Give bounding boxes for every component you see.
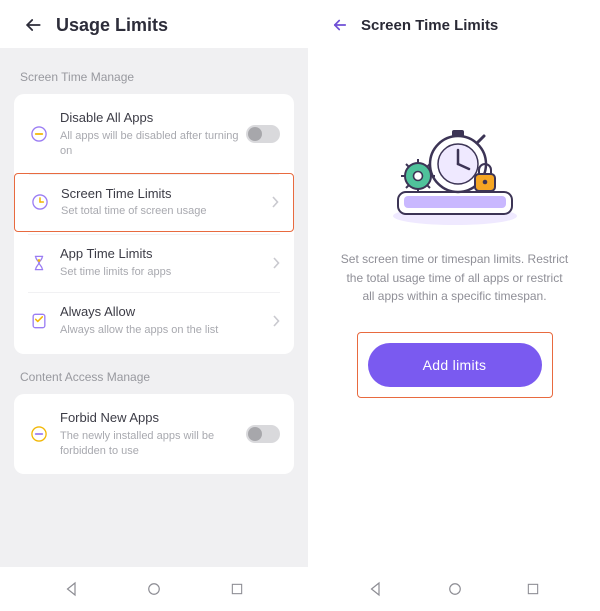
forbid-icon (28, 423, 50, 445)
header: Usage Limits (0, 0, 308, 48)
clock-icon (29, 191, 51, 213)
page-title: Usage Limits (56, 15, 168, 36)
row-title: Forbid New Apps (60, 410, 246, 427)
row-screen-time-limits[interactable]: Screen Time Limits Set total time of scr… (14, 173, 294, 233)
back-arrow-icon[interactable] (329, 14, 351, 36)
section-label-content-access: Content Access Manage (14, 354, 294, 394)
row-title: App Time Limits (60, 246, 266, 263)
header: Screen Time Limits (309, 0, 600, 48)
row-subtitle: All apps will be disabled after turning … (60, 129, 246, 159)
nav-back-icon[interactable] (61, 578, 83, 600)
disable-icon (28, 123, 50, 145)
row-disable-all-apps[interactable]: Disable All Apps All apps will be disabl… (14, 98, 294, 171)
nav-recent-icon[interactable] (226, 578, 248, 600)
disable-toggle[interactable] (246, 125, 280, 143)
row-texts: Always Allow Always allow the apps on th… (60, 304, 266, 338)
row-subtitle: The newly installed apps will be forbidd… (60, 429, 246, 459)
row-forbid-new-apps[interactable]: Forbid New Apps The newly installed apps… (14, 398, 294, 471)
chevron-right-icon (272, 315, 280, 327)
hourglass-icon (28, 252, 50, 274)
chevron-right-icon (271, 196, 279, 208)
row-texts: Forbid New Apps The newly installed apps… (60, 410, 246, 459)
page-title: Screen Time Limits (361, 17, 498, 34)
content-access-card: Forbid New Apps The newly installed apps… (14, 394, 294, 475)
row-always-allow[interactable]: Always Allow Always allow the apps on th… (14, 292, 294, 350)
back-arrow-icon[interactable] (22, 14, 44, 36)
usage-limits-screen: Usage Limits Screen Time Manage Disable … (0, 0, 309, 611)
forbid-toggle[interactable] (246, 425, 280, 443)
section-label-screen-time: Screen Time Manage (14, 54, 294, 94)
nav-recent-icon[interactable] (522, 578, 544, 600)
row-title: Screen Time Limits (61, 186, 265, 203)
screen-time-limits-screen: Screen Time Limits (309, 0, 600, 611)
chevron-right-icon (272, 257, 280, 269)
add-limits-highlight: Add limits (357, 332, 553, 398)
nav-home-icon[interactable] (444, 578, 466, 600)
checklist-icon (28, 310, 50, 332)
row-title: Always Allow (60, 304, 266, 321)
clock-lock-illustration (370, 108, 540, 238)
row-texts: Screen Time Limits Set total time of scr… (61, 186, 265, 220)
description-text: Set screen time or timespan limits. Rest… (333, 250, 576, 306)
screen-time-card: Disable All Apps All apps will be disabl… (14, 94, 294, 354)
row-app-time-limits[interactable]: App Time Limits Set time limits for apps (14, 234, 294, 292)
android-navbar (0, 567, 308, 611)
row-texts: Disable All Apps All apps will be disabl… (60, 110, 246, 159)
row-subtitle: Set time limits for apps (60, 265, 266, 280)
nav-home-icon[interactable] (143, 578, 165, 600)
row-subtitle: Set total time of screen usage (61, 204, 265, 219)
row-title: Disable All Apps (60, 110, 246, 127)
add-limits-button[interactable]: Add limits (368, 343, 542, 387)
content: Set screen time or timespan limits. Rest… (309, 48, 600, 567)
row-subtitle: Always allow the apps on the list (60, 323, 266, 338)
nav-back-icon[interactable] (365, 578, 387, 600)
content: Screen Time Manage Disable All Apps All … (0, 48, 308, 567)
android-navbar (309, 567, 600, 611)
row-texts: App Time Limits Set time limits for apps (60, 246, 266, 280)
